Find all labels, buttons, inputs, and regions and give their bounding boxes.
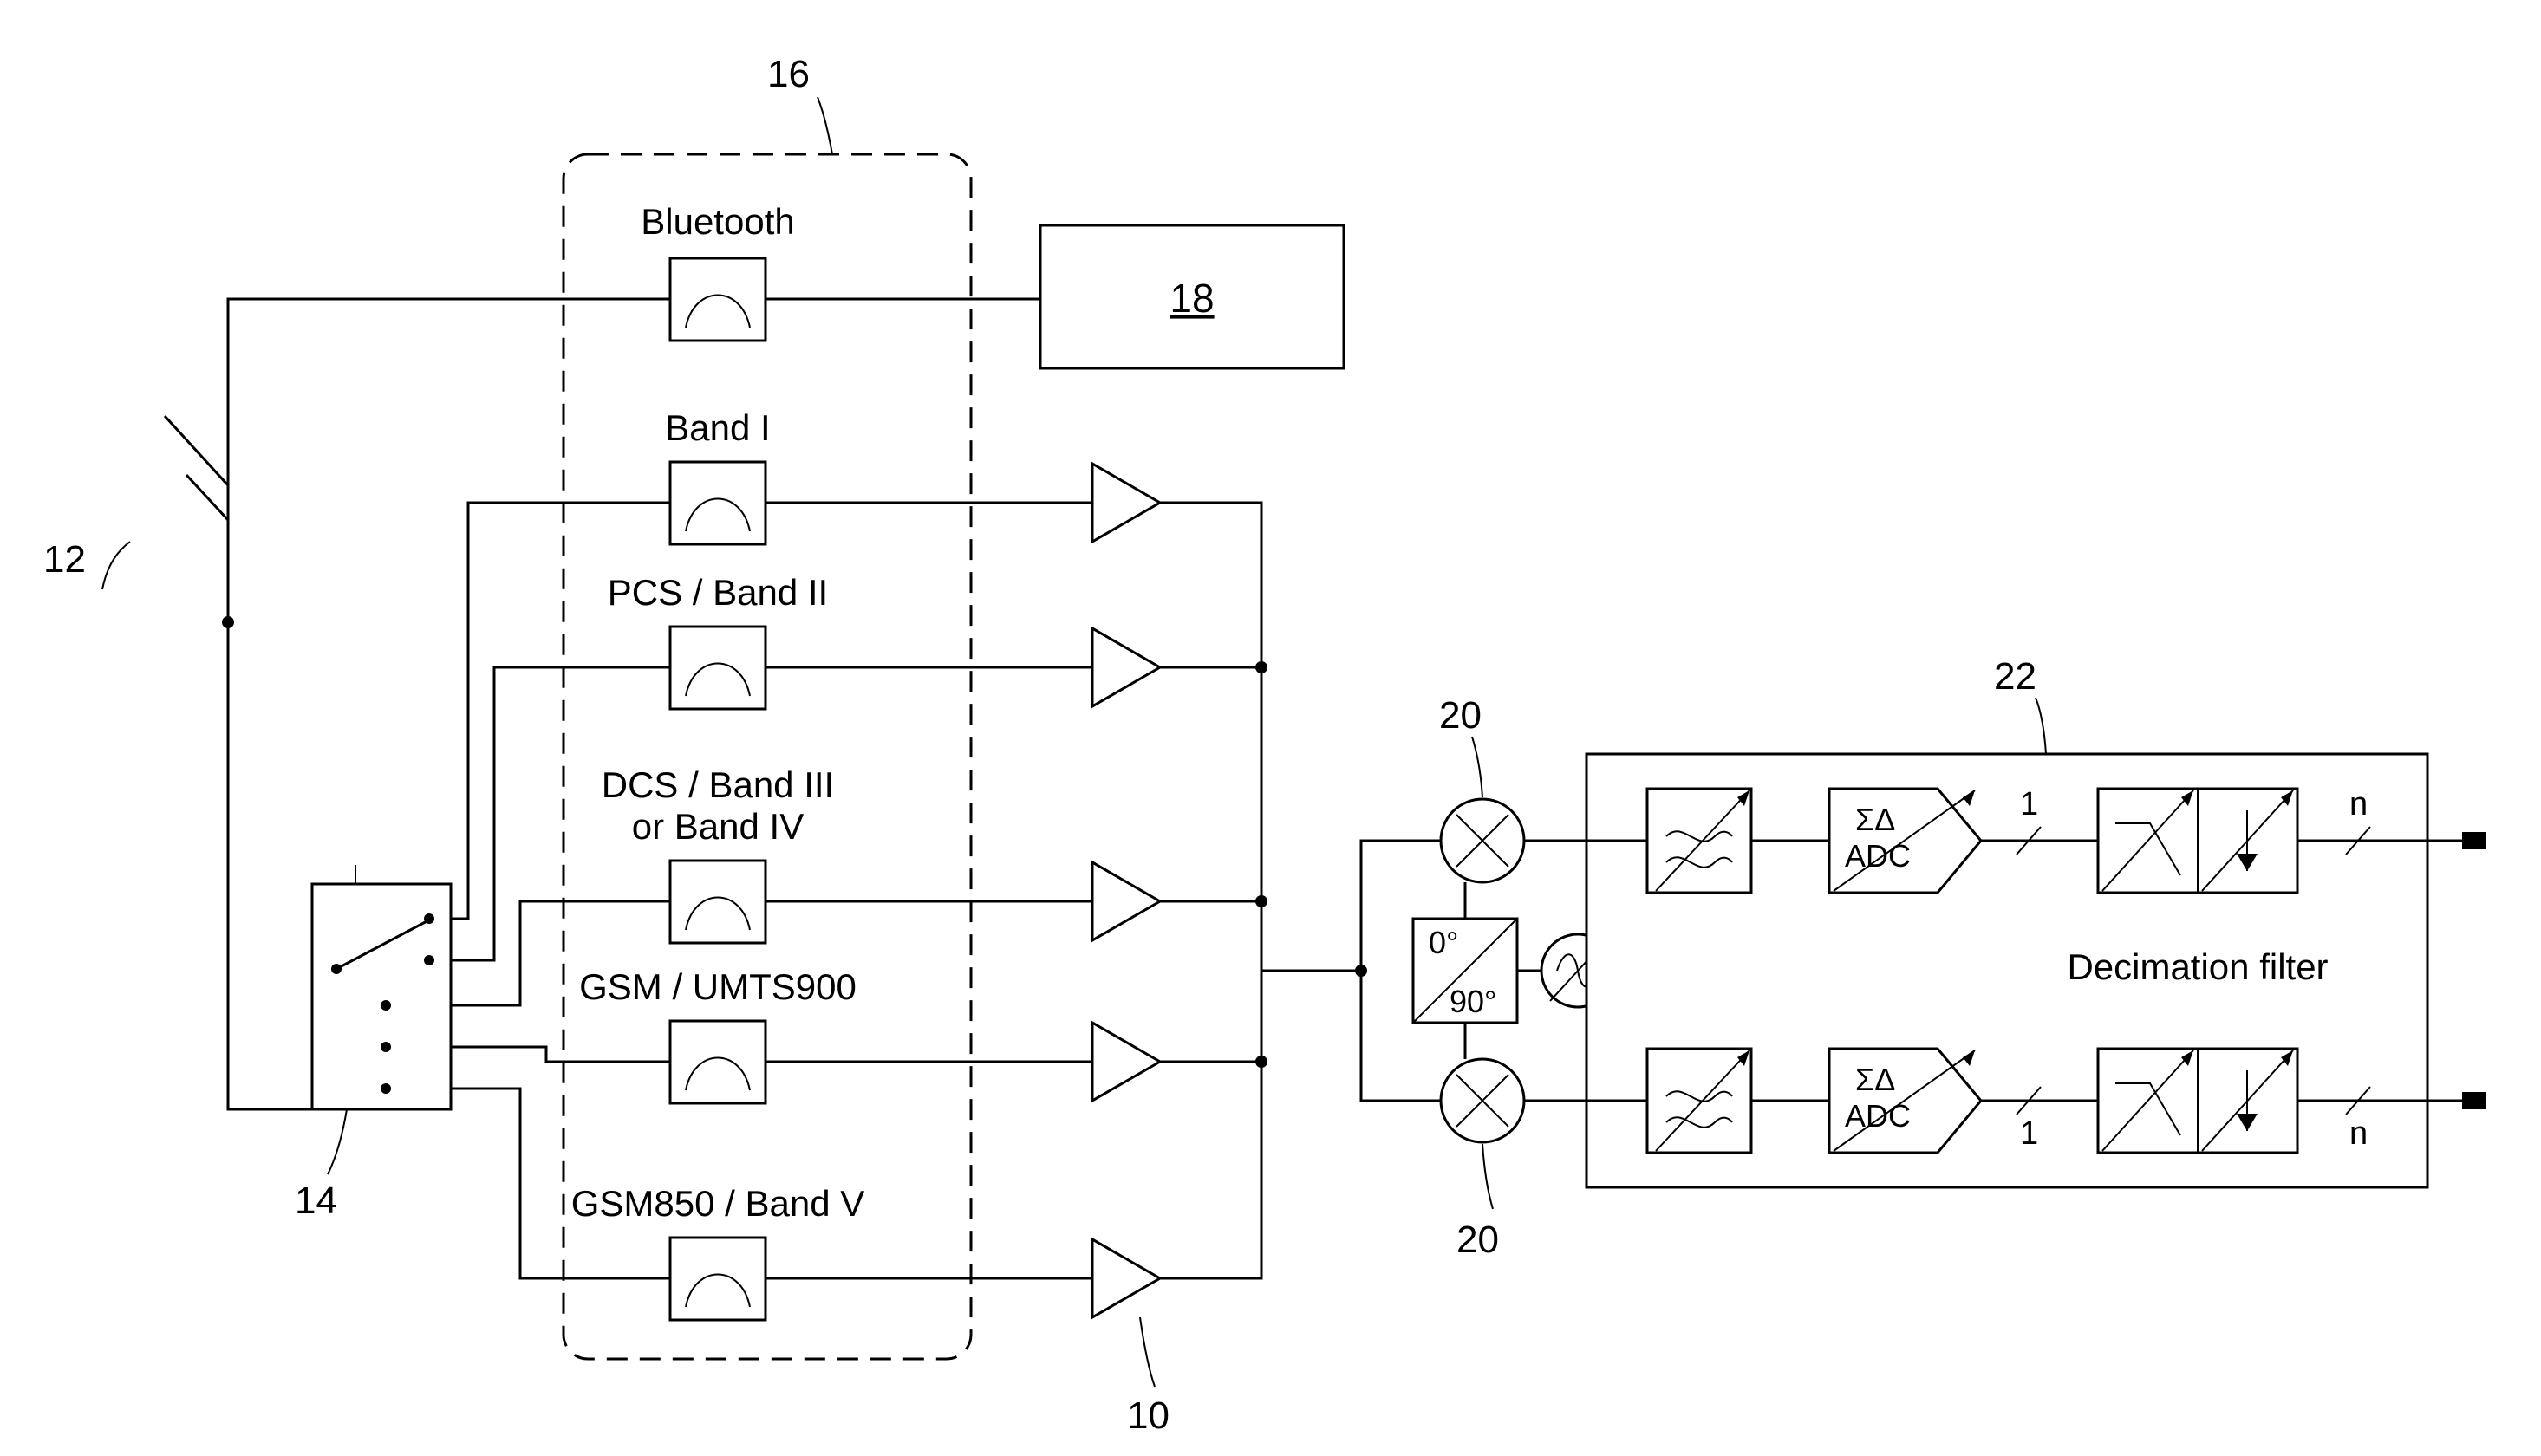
label-band1: Band I (665, 407, 770, 448)
decim-q (2098, 1049, 2297, 1153)
lead-10 (1140, 1317, 1155, 1387)
mixer-i (1441, 799, 1524, 882)
rf-switch: 14 (295, 865, 451, 1222)
mixer-q (1441, 1059, 1524, 1142)
ref-filter-bank: 16 (767, 53, 810, 95)
label-1-i: 1 (2020, 786, 2038, 822)
label-90deg: 90° (1450, 984, 1496, 1019)
wire-sw-b4 (451, 1047, 670, 1062)
lead-20-bot (1482, 1144, 1493, 1209)
out-stub-i (2427, 832, 2486, 849)
bt-processor: 18 (1040, 225, 1344, 368)
label-band2: PCS / Band II (608, 572, 828, 613)
lead-16 (818, 97, 832, 154)
wire-antenna-switch (228, 622, 312, 1109)
label-band3-l2: or Band IV (632, 806, 804, 847)
decim-i (2098, 789, 2297, 893)
filter-q (1647, 1049, 1751, 1153)
ref-adc-block: 22 (1994, 655, 2036, 698)
lead-22 (2036, 698, 2046, 754)
ref-mixer-top: 20 (1439, 694, 1482, 737)
label-0deg: 0° (1429, 925, 1458, 960)
label-band3-l1: DCS / Band III (602, 764, 834, 805)
filter-band2: PCS / Band II (608, 572, 828, 709)
label-n-i: n (2349, 786, 2368, 822)
wire-antenna-bt (228, 299, 670, 622)
filter-band1: Band I (665, 407, 770, 544)
out-stub-q (2427, 1092, 2486, 1109)
filter-band5: GSM850 / Band V (571, 1183, 865, 1320)
label-sd-q: ΣΔ (1855, 1062, 1895, 1097)
filter-bank-outline (564, 154, 971, 1359)
label-bluetooth: Bluetooth (641, 201, 794, 242)
lead-20-top (1472, 737, 1482, 797)
ref-bt-block: 18 (1170, 276, 1214, 321)
label-1-q: 1 (2020, 1115, 2038, 1152)
bus-seg4 (1160, 971, 1261, 1062)
label-band4: GSM / UMTS900 (579, 966, 857, 1007)
filter-i (1647, 789, 1751, 893)
wire-sw-b1 (451, 503, 670, 919)
ref-lna: 10 (1127, 1394, 1170, 1437)
label-n-q: n (2349, 1115, 2368, 1152)
antenna: 12 (43, 416, 234, 628)
iq-splitter: 0° 90° (1413, 919, 1517, 1023)
ref-switch: 14 (295, 1180, 337, 1222)
label-decimation: Decimation filter (2067, 946, 2328, 987)
label-sd-i: ΣΔ (1855, 802, 1895, 837)
filter-band3: DCS / Band III or Band IV (602, 764, 834, 943)
ref-mixer-bot: 20 (1456, 1219, 1499, 1261)
ref-antenna: 12 (43, 538, 86, 581)
bus-seg5 (1160, 1062, 1261, 1278)
filter-band4: GSM / UMTS900 (579, 966, 857, 1103)
filter-bluetooth: Bluetooth (641, 201, 794, 341)
label-band5: GSM850 / Band V (571, 1183, 865, 1224)
